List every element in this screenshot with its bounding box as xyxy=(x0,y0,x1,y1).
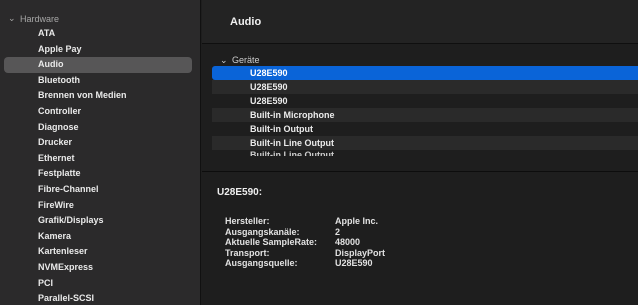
property-row: Ausgangskanäle: 2 xyxy=(217,227,638,238)
system-information-window: ⌄ Hardware ATA Apple Pay Audio Bluetooth… xyxy=(0,0,638,305)
sidebar-list: ATA Apple Pay Audio Bluetooth Brennen vo… xyxy=(0,26,200,305)
sidebar: ⌄ Hardware ATA Apple Pay Audio Bluetooth… xyxy=(0,0,201,305)
sidebar-item-firewire[interactable]: FireWire xyxy=(0,198,200,214)
property-key: Hersteller: xyxy=(225,216,270,226)
sidebar-group-label: Hardware xyxy=(20,13,60,24)
sidebar-item-parallel-scsi[interactable]: Parallel-SCSI xyxy=(0,291,200,305)
tree-row[interactable]: Built-in Microphone xyxy=(212,108,638,122)
details-panel: U28E590: Hersteller: Apple Inc. Ausgangs… xyxy=(202,172,638,269)
detail-title: U28E590: xyxy=(217,187,263,198)
tree-group-geraete[interactable]: ⌄ Geräte xyxy=(202,54,638,66)
tree-row[interactable]: U28E590 xyxy=(212,66,638,80)
sidebar-item-nvmexpress[interactable]: NVMExpress xyxy=(0,260,200,276)
property-value: 2 xyxy=(335,226,341,237)
property-row: Transport: DisplayPort xyxy=(217,248,638,259)
sidebar-item-controller[interactable]: Controller xyxy=(0,104,200,120)
sidebar-item-kamera[interactable]: Kamera xyxy=(0,229,200,245)
sidebar-item-diagnose[interactable]: Diagnose xyxy=(0,120,200,136)
sidebar-item-apple-pay[interactable]: Apple Pay xyxy=(0,42,200,58)
sidebar-item-ethernet[interactable]: Ethernet xyxy=(0,151,200,167)
property-value: 48000 xyxy=(335,237,361,248)
device-tree: ⌄ Geräte U28E590 U28E590 U28E590 Built-i… xyxy=(202,44,638,171)
property-value: U28E590 xyxy=(335,258,373,269)
chevron-down-icon[interactable]: ⌄ xyxy=(8,13,17,24)
sidebar-item-audio[interactable]: Audio xyxy=(4,57,192,73)
sidebar-item-grafik-displays[interactable]: Grafik/Displays xyxy=(0,213,200,229)
property-value: DisplayPort xyxy=(335,247,386,258)
tree-row[interactable]: Built-in Output xyxy=(212,122,638,136)
sidebar-item-ata[interactable]: ATA xyxy=(0,26,200,42)
tree-row[interactable]: Built-in Line Output xyxy=(212,136,638,150)
tree-row[interactable]: U28E590 xyxy=(212,94,638,108)
property-key: Transport: xyxy=(225,247,270,258)
sidebar-item-fibre-channel[interactable]: Fibre-Channel xyxy=(0,182,200,198)
device-list: U28E590 U28E590 U28E590 Built-in Microph… xyxy=(202,66,638,156)
main-pane: Audio ⌄ Geräte U28E590 U28E590 U28E590 B… xyxy=(202,0,638,305)
property-value: Apple Inc. xyxy=(335,216,379,226)
property-key: Ausgangsquelle: xyxy=(225,258,298,269)
sidebar-item-festplatte[interactable]: Festplatte xyxy=(0,166,200,182)
chevron-down-icon[interactable]: ⌄ xyxy=(220,55,229,66)
sidebar-item-pci[interactable]: PCI xyxy=(0,276,200,292)
sidebar-item-drucker[interactable]: Drucker xyxy=(0,135,200,151)
property-row: Ausgangsquelle: U28E590 xyxy=(217,258,638,269)
property-list: Hersteller: Apple Inc. Ausgangskanäle: 2… xyxy=(217,216,638,269)
tree-group-label: Geräte xyxy=(232,55,260,65)
sidebar-item-kartenleser[interactable]: Kartenleser xyxy=(0,244,200,260)
property-key: Ausgangskanäle: xyxy=(225,226,300,237)
tree-row[interactable]: U28E590 xyxy=(212,80,638,94)
property-row: Aktuelle SampleRate: 48000 xyxy=(217,237,638,248)
tree-row[interactable]: Built-in Line Output xyxy=(212,150,638,156)
sidebar-item-bluetooth[interactable]: Bluetooth xyxy=(0,73,200,89)
property-key: Aktuelle SampleRate: xyxy=(225,237,318,248)
sidebar-group-hardware[interactable]: ⌄ Hardware xyxy=(0,12,200,25)
property-row: Hersteller: Apple Inc. xyxy=(217,216,638,227)
sidebar-item-brennen-von-medien[interactable]: Brennen von Medien xyxy=(0,88,200,104)
page-title: Audio xyxy=(202,0,638,44)
